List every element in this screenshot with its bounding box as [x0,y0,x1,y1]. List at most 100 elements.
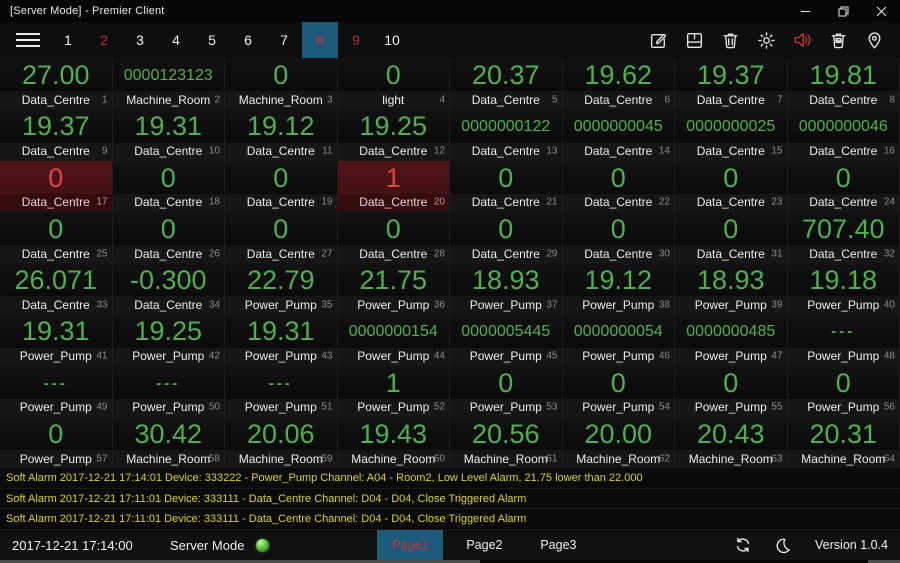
channel-cell[interactable]: 20.37 Data_Centre 5 [450,58,563,110]
channel-cell[interactable]: 0 Data_Centre 24 [787,160,900,212]
close-button[interactable] [862,0,900,22]
minimize-button[interactable] [786,0,824,22]
settings-gear-icon[interactable] [748,22,784,58]
channel-cell[interactable]: 27.00 Data_Centre 1 [0,58,113,110]
channel-cell[interactable]: 22.79 Power_Pump 35 [225,263,338,315]
restore-button[interactable] [824,0,862,22]
channel-cell[interactable]: 0 Data_Centre 21 [450,160,563,212]
channel-cell[interactable]: 19.81 Data_Centre 8 [787,58,900,110]
alarm-message[interactable]: Soft Alarm 2017-12-21 17:11:01 Device: 3… [0,489,900,510]
tab-10[interactable]: 10 [374,22,410,58]
channel-cell[interactable]: 0 light 4 [337,58,450,110]
channel-cell[interactable]: -0.300 Data_Centre 34 [112,263,225,315]
channel-cell[interactable]: 19.25 Power_Pump 42 [112,314,225,366]
channel-cell[interactable]: 0 Power_Pump 54 [562,365,675,417]
channel-cell[interactable]: 0000000046 Data_Centre 16 [787,109,900,161]
channel-cell[interactable]: --- Power_Pump 48 [787,314,900,366]
channel-cell[interactable]: 20.43 Machine_Room 63 [675,416,788,468]
channel-cell[interactable]: 19.12 Data_Centre 11 [225,109,338,161]
channel-cell[interactable]: 0 Data_Centre 25 [0,211,113,263]
channel-cell[interactable]: 19.62 Data_Centre 6 [562,58,675,110]
channel-cell[interactable]: 19.31 Power_Pump 41 [0,314,113,366]
channel-cell[interactable]: 0 Power_Pump 53 [450,365,563,417]
channel-cell[interactable]: 0000000154 Power_Pump 44 [337,314,450,366]
moon-icon[interactable] [774,537,791,554]
channel-label: Data_Centre [246,144,315,158]
volume-icon[interactable] [784,22,820,58]
channel-cell[interactable]: 707.40 Data_Centre 32 [787,211,900,263]
sync-icon[interactable] [734,536,752,554]
channel-cell[interactable]: 1 Power_Pump 52 [337,365,450,417]
channel-cell[interactable]: 1 Data_Centre 20 [337,160,450,212]
channel-cell[interactable]: 0 Data_Centre 27 [225,211,338,263]
alarm-message[interactable]: Soft Alarm 2017-12-21 17:14:01 Device: 3… [0,468,900,489]
channel-cell[interactable]: 0 Data_Centre 31 [675,211,788,263]
page-tab-page1[interactable]: Page1 [377,530,444,560]
channel-cell[interactable]: 0 Data_Centre 23 [675,160,788,212]
channel-label: Power_Pump [469,297,542,312]
tab-2[interactable]: 2 [86,22,122,58]
channel-cell[interactable]: 0 Data_Centre 29 [450,211,563,263]
channel-cell[interactable]: 0 Data_Centre 26 [112,211,225,263]
channel-cell[interactable]: 19.37 Data_Centre 7 [675,58,788,110]
channel-cell[interactable]: 0000000122 Data_Centre 13 [450,109,563,161]
tab-3[interactable]: 3 [122,22,158,58]
channel-cell[interactable]: 30.42 Machine_Room 58 [112,416,225,468]
channel-cell[interactable]: 19.37 Data_Centre 9 [0,109,113,161]
channel-cell[interactable]: 0 Power_Pump 57 [0,416,113,468]
alarm-message[interactable]: Soft Alarm 2017-12-21 17:11:01 Device: 3… [0,509,900,531]
channel-cell[interactable]: 20.06 Machine_Room 59 [225,416,338,468]
channel-cell[interactable]: 0000000054 Power_Pump 46 [562,314,675,366]
channel-cell[interactable]: 0 Data_Centre 28 [337,211,450,263]
channel-cell[interactable]: --- Power_Pump 49 [0,365,113,417]
channel-cell[interactable]: 0000123123 Machine_Room 2 [112,58,225,110]
channel-cell[interactable]: 20.31 Machine_Room 64 [787,416,900,468]
menu-icon[interactable] [0,22,50,58]
channel-cell[interactable]: --- Power_Pump 51 [225,365,338,417]
channel-cell[interactable]: 0000005445 Power_Pump 45 [450,314,563,366]
channel-cell[interactable]: 18.93 Power_Pump 39 [675,263,788,315]
channel-label: Data_Centre [359,195,428,210]
channel-cell[interactable]: 0 Data_Centre 17 [0,160,113,212]
tab-1[interactable]: 1 [50,22,86,58]
channel-index: 61 [546,453,558,464]
location-pin-icon[interactable] [856,22,892,58]
edit-icon[interactable] [640,22,676,58]
tab-8[interactable]: 8 [302,22,338,58]
save-icon[interactable] [676,22,712,58]
trash-icon[interactable] [712,22,748,58]
channel-cell[interactable]: 19.43 Machine_Room 60 [337,416,450,468]
channel-cell[interactable]: 18.93 Power_Pump 37 [450,263,563,315]
page-tab-page3[interactable]: Page3 [525,530,591,560]
channel-label: Data_Centre [134,144,203,158]
channel-label: Data_Centre [584,92,653,107]
tab-5[interactable]: 5 [194,22,230,58]
channel-cell[interactable]: 0000000485 Power_Pump 47 [675,314,788,366]
channel-cell[interactable]: 0 Power_Pump 55 [675,365,788,417]
channel-cell[interactable]: 26.071 Data_Centre 33 [0,263,113,315]
channel-cell[interactable]: 0 Data_Centre 19 [225,160,338,212]
channel-cell[interactable]: 19.25 Data_Centre 12 [337,109,450,161]
channel-cell[interactable]: 20.56 Machine_Room 61 [450,416,563,468]
channel-cell[interactable]: 0 Data_Centre 18 [112,160,225,212]
channel-cell[interactable]: 0 Data_Centre 22 [562,160,675,212]
page-tab-page2[interactable]: Page2 [451,530,517,560]
channel-cell[interactable]: 21.75 Power_Pump 36 [337,263,450,315]
tab-6[interactable]: 6 [230,22,266,58]
channel-cell[interactable]: 19.31 Power_Pump 43 [225,314,338,366]
channel-cell[interactable]: 0 Power_Pump 56 [787,365,900,417]
channel-cell[interactable]: 19.12 Power_Pump 38 [562,263,675,315]
channel-cell[interactable]: --- Power_Pump 50 [112,365,225,417]
tab-9[interactable]: 9 [338,22,374,58]
channel-cell[interactable]: 0 Machine_Room 3 [225,58,338,110]
channel-cell[interactable]: 0 Data_Centre 30 [562,211,675,263]
clear-images-icon[interactable] [820,22,856,58]
tab-4[interactable]: 4 [158,22,194,58]
channel-cell[interactable]: 0000000025 Data_Centre 15 [675,109,788,161]
tab-7[interactable]: 7 [266,22,302,58]
channel-cell[interactable]: 20.00 Machine_Room 62 [562,416,675,468]
channel-cell[interactable]: 19.18 Power_Pump 40 [787,263,900,315]
channel-cell[interactable]: 19.31 Data_Centre 10 [112,109,225,161]
channel-cell[interactable]: 0000000045 Data_Centre 14 [562,109,675,161]
channel-label: Power_Pump [19,451,92,466]
